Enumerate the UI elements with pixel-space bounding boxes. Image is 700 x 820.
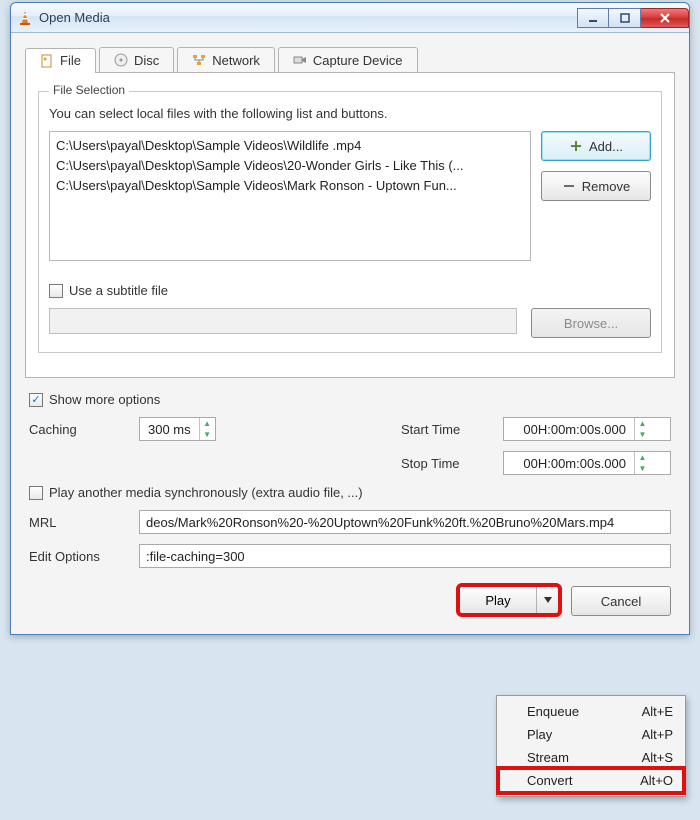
- spin-up-icon[interactable]: ▲: [200, 418, 215, 429]
- add-label: Add...: [589, 139, 623, 154]
- tab-panel: File Selection You can select local file…: [25, 72, 675, 378]
- mrl-label: MRL: [29, 515, 129, 530]
- file-selection-group: File Selection You can select local file…: [38, 91, 662, 353]
- capture-icon: [293, 53, 307, 67]
- tab-capture-label: Capture Device: [313, 53, 403, 68]
- start-time-value: 00H:00m:00s.000: [504, 422, 634, 437]
- window-title: Open Media: [39, 10, 110, 25]
- plus-icon: [569, 139, 583, 153]
- close-icon: [659, 13, 671, 23]
- minus-icon: [562, 179, 576, 193]
- tab-network-label: Network: [212, 53, 260, 68]
- menu-enqueue[interactable]: EnqueueAlt+E: [499, 700, 683, 723]
- start-time-label: Start Time: [401, 422, 491, 437]
- cancel-button[interactable]: Cancel: [571, 586, 671, 616]
- tab-disc[interactable]: Disc: [99, 47, 174, 72]
- stop-time-value: 00H:00m:00s.000: [504, 456, 634, 471]
- add-button[interactable]: Add...: [541, 131, 651, 161]
- mrl-value: deos/Mark%20Ronson%20-%20Uptown%20Funk%2…: [146, 515, 614, 530]
- menu-stream[interactable]: StreamAlt+S: [499, 746, 683, 769]
- tab-file-label: File: [60, 53, 81, 68]
- play-dropdown-toggle[interactable]: [536, 587, 558, 613]
- show-more-options-row: ✓ Show more options: [29, 392, 675, 407]
- network-icon: [192, 53, 206, 67]
- play-button-label: Play: [460, 593, 536, 608]
- tab-strip: File Disc Network Capture Device: [25, 47, 675, 73]
- spin-up-icon[interactable]: ▲: [635, 452, 650, 463]
- mrl-input[interactable]: deos/Mark%20Ronson%20-%20Uptown%20Funk%2…: [139, 510, 671, 534]
- file-list[interactable]: C:\Users\payal\Desktop\Sample Videos\Wil…: [49, 131, 531, 261]
- list-item[interactable]: C:\Users\payal\Desktop\Sample Videos\Mar…: [56, 176, 524, 196]
- caching-value: 300 ms: [140, 422, 199, 437]
- tab-network[interactable]: Network: [177, 47, 275, 72]
- minimize-icon: [588, 13, 598, 23]
- tab-capture[interactable]: Capture Device: [278, 47, 418, 72]
- edit-options-input[interactable]: :file-caching=300: [139, 544, 671, 568]
- play-split-button[interactable]: Play: [459, 586, 559, 614]
- tab-disc-label: Disc: [134, 53, 159, 68]
- chevron-down-icon: [544, 597, 552, 603]
- caching-spinner[interactable]: 300 ms ▲▼: [139, 417, 216, 441]
- list-item[interactable]: C:\Users\payal\Desktop\Sample Videos\20-…: [56, 156, 524, 176]
- stop-time-spinner[interactable]: 00H:00m:00s.000 ▲▼: [503, 451, 671, 475]
- spin-down-icon[interactable]: ▼: [200, 429, 215, 440]
- dialog-footer: Play Cancel: [29, 586, 671, 616]
- browse-label: Browse...: [564, 316, 618, 331]
- start-time-spinner[interactable]: 00H:00m:00s.000 ▲▼: [503, 417, 671, 441]
- sync-label: Play another media synchronously (extra …: [49, 485, 363, 500]
- play-dropdown-menu: EnqueueAlt+E PlayAlt+P StreamAlt+S Conve…: [496, 695, 686, 797]
- spin-up-icon[interactable]: ▲: [635, 418, 650, 429]
- spin-down-icon[interactable]: ▼: [635, 429, 650, 440]
- browse-button: Browse...: [531, 308, 651, 338]
- file-selection-legend: File Selection: [49, 83, 129, 97]
- caching-label: Caching: [29, 422, 129, 437]
- subtitle-path-field: [49, 308, 517, 334]
- list-item[interactable]: C:\Users\payal\Desktop\Sample Videos\Wil…: [56, 136, 524, 156]
- remove-label: Remove: [582, 179, 630, 194]
- show-more-checkbox[interactable]: ✓: [29, 393, 43, 407]
- subtitle-checkbox[interactable]: [49, 284, 63, 298]
- disc-icon: [114, 53, 128, 67]
- spin-down-icon[interactable]: ▼: [635, 463, 650, 474]
- maximize-icon: [620, 13, 630, 23]
- client-area: File Disc Network Capture Device File Se…: [11, 33, 689, 634]
- menu-play[interactable]: PlayAlt+P: [499, 723, 683, 746]
- edit-options-value: :file-caching=300: [146, 549, 245, 564]
- edit-options-label: Edit Options: [29, 549, 129, 564]
- vlc-icon: [17, 10, 33, 26]
- maximize-button[interactable]: [609, 8, 641, 28]
- menu-convert[interactable]: ConvertAlt+O: [499, 769, 683, 792]
- open-media-window: Open Media File Disc Network Capture Dev: [10, 2, 690, 635]
- cancel-label: Cancel: [601, 594, 641, 609]
- show-more-label: Show more options: [49, 392, 160, 407]
- file-selection-hint: You can select local files with the foll…: [49, 106, 651, 121]
- sync-checkbox[interactable]: [29, 486, 43, 500]
- window-buttons: [577, 8, 689, 28]
- remove-button[interactable]: Remove: [541, 171, 651, 201]
- file-icon: [40, 54, 54, 68]
- tab-file[interactable]: File: [25, 48, 96, 73]
- subtitle-label: Use a subtitle file: [69, 283, 168, 298]
- titlebar[interactable]: Open Media: [11, 3, 689, 33]
- minimize-button[interactable]: [577, 8, 609, 28]
- close-button[interactable]: [641, 8, 689, 28]
- stop-time-label: Stop Time: [401, 456, 491, 471]
